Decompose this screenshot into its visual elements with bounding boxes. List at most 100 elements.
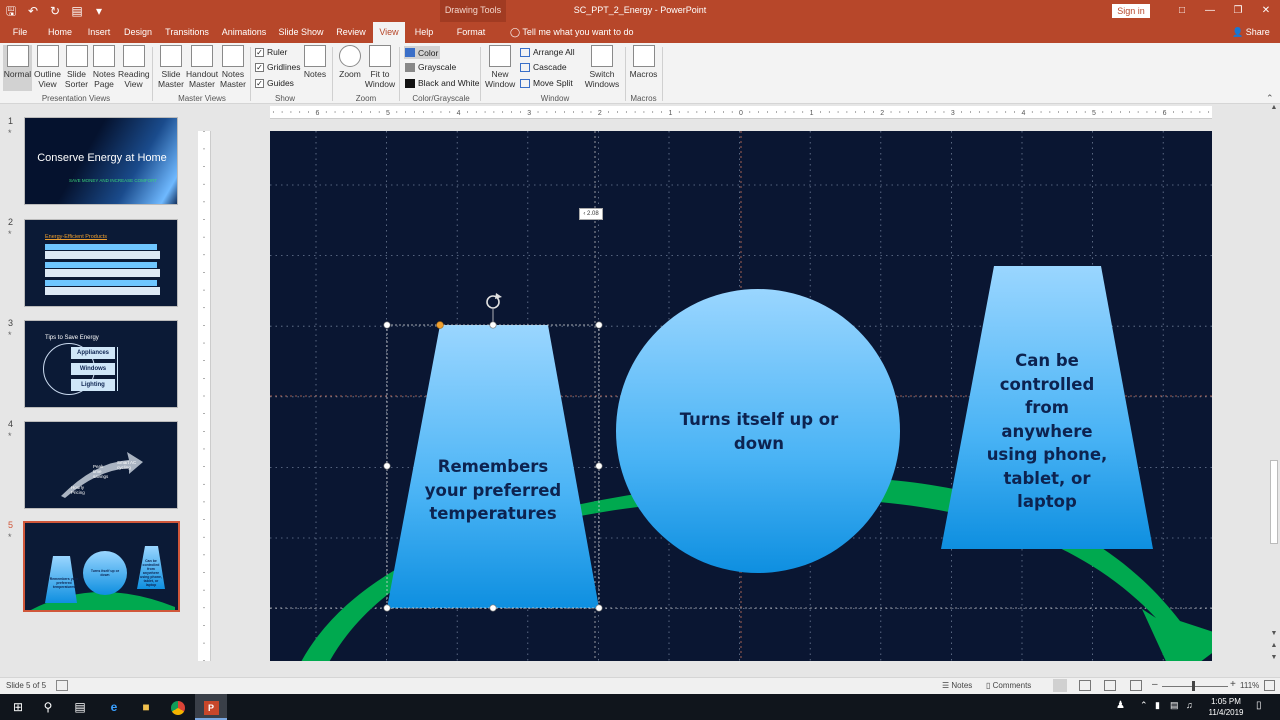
checkmark-icon: ✓ [255, 47, 264, 57]
black-and-white-button[interactable]: Black and White [405, 78, 479, 88]
reading-view-button[interactable]: Reading View [118, 45, 150, 89]
zoom-percentage[interactable]: 111% [1240, 681, 1259, 690]
slide-thumbnail-1[interactable]: Conserve Energy at Home SAVE MONEY AND I… [24, 117, 178, 205]
vertical-scrollbar[interactable]: ▲ ▼ ▲ ▼ [1268, 104, 1280, 677]
tab-review[interactable]: Review [334, 22, 368, 43]
outline-view-button[interactable]: Outline View [33, 45, 62, 89]
chrome-icon[interactable] [162, 694, 194, 720]
fit-slide-icon[interactable] [1264, 680, 1275, 691]
restore-icon[interactable]: ❐ [1224, 0, 1252, 22]
shape-1-text[interactable]: Remembers your preferred temperatures [420, 455, 566, 526]
macros-button[interactable]: Macros [628, 45, 659, 79]
tab-format[interactable]: Format [452, 22, 490, 43]
tab-home[interactable]: Home [44, 22, 76, 43]
slide-sorter-button[interactable]: Slide Sorter [63, 45, 90, 89]
file-explorer-icon[interactable]: ■ [130, 694, 162, 720]
rotation-handle[interactable] [486, 293, 502, 309]
ruler-ticks: 6 5 4 3 2 1 0 1 2 3 4 5 6 [272, 110, 1210, 117]
slide-thumbnail-2[interactable]: Energy-Efficient Products [24, 219, 178, 307]
zoom-out-icon[interactable]: – [1152, 679, 1158, 690]
redo-icon[interactable]: ↻ [44, 0, 66, 22]
battery-icon[interactable]: ▮ [1155, 700, 1160, 711]
gridlines-checkbox[interactable]: ✓ Gridlines [255, 62, 301, 72]
tab-animations[interactable]: Animations [220, 22, 268, 43]
slide-sorter-status-icon[interactable] [1079, 680, 1091, 691]
macros-icon [632, 45, 655, 67]
customize-qat-icon[interactable]: ▾ [88, 0, 110, 22]
reading-view-status-icon[interactable] [1104, 680, 1116, 691]
collapse-ribbon-icon[interactable]: ⌃ [1266, 93, 1274, 104]
previous-slide-icon[interactable]: ▲ [1269, 642, 1279, 652]
zoom-in-icon[interactable]: + [1230, 679, 1236, 690]
zoom-button[interactable]: Zoom [337, 45, 363, 79]
vertical-ruler[interactable] [198, 130, 211, 662]
edge-browser-icon[interactable]: e [98, 694, 130, 720]
tab-transitions[interactable]: Transitions [164, 22, 210, 43]
ruler-checkbox[interactable]: ✓ Ruler [255, 47, 287, 57]
normal-view-status-icon[interactable] [1053, 679, 1067, 692]
tab-help[interactable]: Help [410, 22, 438, 43]
scrollbar-thumb[interactable] [1270, 460, 1278, 544]
scroll-down-icon[interactable]: ▼ [1269, 630, 1279, 640]
tell-me-label: Tell me what you want to do [522, 27, 634, 37]
close-icon[interactable]: ✕ [1252, 0, 1280, 22]
horizontal-ruler[interactable]: 6 5 4 3 2 1 0 1 2 3 4 5 6 [270, 106, 1212, 119]
notifications-icon[interactable]: ▯ [1256, 700, 1262, 711]
slide-canvas[interactable]: ‹ 2.08 Remembers your preferred temperat… [270, 131, 1212, 661]
network-icon[interactable]: ▤ [1170, 700, 1179, 711]
shape-2-text[interactable]: Turns itself up or down [670, 408, 848, 455]
notes-master-button[interactable]: Notes Master [219, 45, 247, 89]
fit-to-window-button[interactable]: Fit to Window [364, 45, 396, 89]
windows-start-icon[interactable]: ⊞ [2, 694, 34, 720]
tab-insert[interactable]: Insert [84, 22, 114, 43]
volume-icon[interactable]: ♫ [1186, 700, 1193, 710]
task-view-icon[interactable]: ▤ [64, 694, 96, 720]
slide-thumbnail-4[interactable]: Hourly Pricing Peak time savings Smart A… [24, 421, 178, 509]
spell-check-icon[interactable] [56, 680, 68, 691]
thumb-5-text: Turns itself up or down [90, 569, 120, 577]
clock[interactable]: 1:05 PM 11/4/2019 [1204, 696, 1248, 718]
tell-me-search[interactable]: ◯ Tell me what you want to do [510, 22, 633, 43]
tray-expand-icon[interactable]: ⌃ [1140, 700, 1148, 711]
group-divider [480, 47, 481, 101]
arrange-all-button[interactable]: Arrange All [520, 47, 575, 57]
color-mode-button[interactable]: Color [404, 46, 440, 59]
switch-windows-button[interactable]: Switch Windows [582, 45, 622, 89]
tab-file[interactable]: File [6, 22, 34, 43]
normal-view-button[interactable]: Normal [3, 45, 32, 91]
notes-page-button[interactable]: Notes Page [91, 45, 117, 89]
tab-design[interactable]: Design [120, 22, 156, 43]
save-icon[interactable]: 🖫 [0, 0, 22, 22]
tab-view[interactable]: View [373, 22, 405, 43]
move-split-button[interactable]: Move Split [520, 78, 573, 88]
slide-thumbnail-3[interactable]: Tips to Save Energy Appliances Windows L… [24, 320, 178, 408]
zoom-slider-thumb[interactable] [1192, 681, 1195, 691]
share-button[interactable]: 👤 Share [1232, 22, 1270, 43]
search-icon[interactable]: ⚲ [32, 694, 64, 720]
present-icon[interactable]: ▤ [66, 0, 88, 22]
people-icon[interactable]: ♟ [1116, 700, 1125, 711]
shape-3-text[interactable]: Can be controlled from anywhere using ph… [982, 349, 1112, 514]
minimize-icon[interactable]: — [1196, 0, 1224, 22]
undo-icon[interactable]: ↶ [22, 0, 44, 22]
notes-toggle-button[interactable]: Notes [302, 45, 328, 79]
next-slide-icon[interactable]: ▼ [1269, 654, 1279, 664]
adjustment-handle[interactable] [436, 321, 444, 329]
comments-status-button[interactable]: ▯ Comments [986, 681, 1031, 690]
zoom-slider-track[interactable] [1162, 686, 1228, 687]
cascade-button[interactable]: Cascade [520, 62, 567, 72]
sign-in-button[interactable]: Sign in [1112, 4, 1150, 18]
tab-slide-show[interactable]: Slide Show [278, 22, 324, 43]
powerpoint-taskbar-icon[interactable]: P [195, 694, 227, 720]
guides-checkbox[interactable]: ✓ Guides [255, 78, 294, 88]
slide-show-status-icon[interactable] [1130, 680, 1142, 691]
slide-thumbnail-5[interactable]: Remembers your preferred temperatures Tu… [23, 521, 180, 612]
scroll-up-icon[interactable]: ▲ [1269, 104, 1279, 114]
thumb-3-title: Tips to Save Energy [45, 335, 99, 341]
ribbon-display-options-icon[interactable]: □ [1168, 0, 1196, 22]
slide-master-button[interactable]: Slide Master [157, 45, 185, 89]
handout-master-button[interactable]: Handout Master [186, 45, 218, 89]
notes-status-button[interactable]: ☰ Notes [942, 681, 972, 690]
new-window-button[interactable]: New Window [485, 45, 515, 89]
grayscale-button[interactable]: Grayscale [405, 62, 456, 72]
